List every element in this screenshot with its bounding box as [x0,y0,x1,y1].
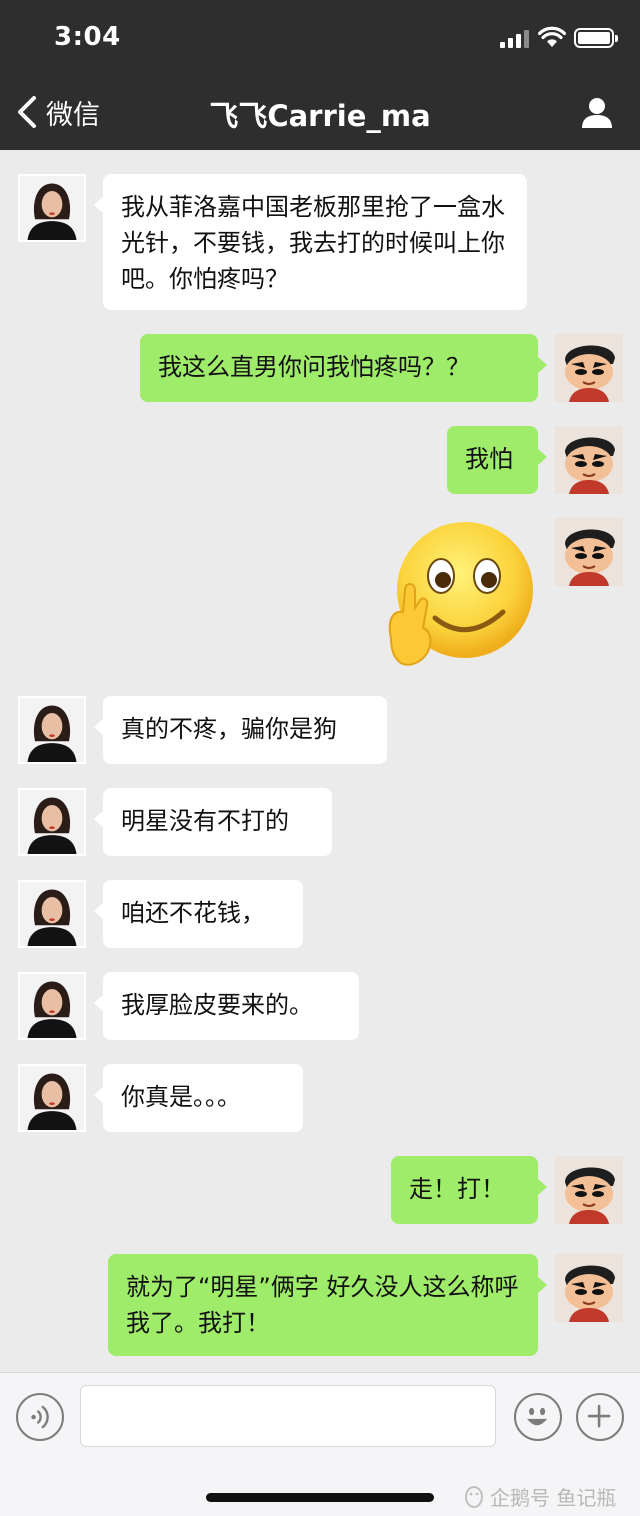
plus-icon [587,1404,611,1428]
cartoon-boy-icon [555,334,623,402]
my-avatar[interactable] [555,334,623,402]
woman-portrait-icon [20,1066,84,1130]
emoji-button[interactable] [514,1393,562,1441]
penguin-logo-icon [465,1485,483,1508]
sent-message[interactable]: 走！打！ [391,1156,547,1224]
wifi-icon [538,26,566,47]
chat-title: 飞飞Carrie_ma [209,99,431,133]
sent-message[interactable]: 就为了“明星”俩字 好久没人这么称呼我了。我打！ [108,1254,547,1356]
woman-portrait-icon [20,176,84,240]
my-avatar[interactable] [555,426,623,494]
sent-message[interactable]: 我这么直男你问我怕疼吗？？ [140,334,547,402]
watermark: 企鹅号 鱼记瓶 [462,1482,616,1511]
smile-hand-emoji-sticker[interactable] [383,520,539,670]
woman-portrait-icon [20,698,84,762]
emoji-icon [527,1407,548,1426]
contact-avatar[interactable] [18,1064,86,1132]
received-message[interactable]: 我厚脸皮要来的。 [94,972,359,1040]
woman-portrait-icon [20,974,84,1038]
cartoon-boy-icon [555,1156,623,1224]
contact-avatar[interactable] [18,880,86,948]
received-message[interactable]: 你真是。。。 [94,1064,303,1132]
contact-avatar[interactable] [18,174,86,242]
cartoon-boy-icon [555,426,623,494]
received-message[interactable]: 真的不疼，骗你是狗 [94,696,387,764]
chat-area[interactable]: 我从菲洛嘉中国老板那里抢了一盒水光针，不要钱，我去打的时候叫上你吧。你怕疼吗？ … [0,150,640,1372]
cartoon-boy-icon [555,518,623,586]
my-avatar[interactable] [555,1156,623,1224]
message-input[interactable] [80,1385,496,1447]
header-bar: 3:04 微信 飞飞Carrie_ma [0,0,640,150]
input-bar: 企鹅号 鱼记瓶 [0,1372,640,1516]
home-indicator[interactable] [206,1493,434,1502]
contact-avatar[interactable] [18,788,86,856]
contact-avatar[interactable] [18,972,86,1040]
contact-avatar[interactable] [18,696,86,764]
watermark-text: 企鹅号 鱼记瓶 [490,1486,617,1510]
voice-button[interactable] [16,1393,64,1441]
profile-icon[interactable] [580,96,614,130]
received-message[interactable]: 明星没有不打的 [94,788,332,856]
signal-icon [500,30,532,48]
received-message[interactable]: 我从菲洛嘉中国老板那里抢了一盒水光针，不要钱，我去打的时候叫上你吧。你怕疼吗？ [94,174,527,310]
received-message[interactable]: 咱还不花钱， [94,880,303,948]
woman-portrait-icon [20,790,84,854]
woman-portrait-icon [20,882,84,946]
battery-icon [574,28,618,48]
more-button[interactable] [576,1393,624,1441]
my-avatar[interactable] [555,1254,623,1322]
voice-icon [31,1405,49,1429]
my-avatar[interactable] [555,518,623,586]
cartoon-boy-icon [555,1254,623,1322]
status-time: 3:04 [54,22,121,52]
sent-message[interactable]: 我怕 [447,426,547,494]
